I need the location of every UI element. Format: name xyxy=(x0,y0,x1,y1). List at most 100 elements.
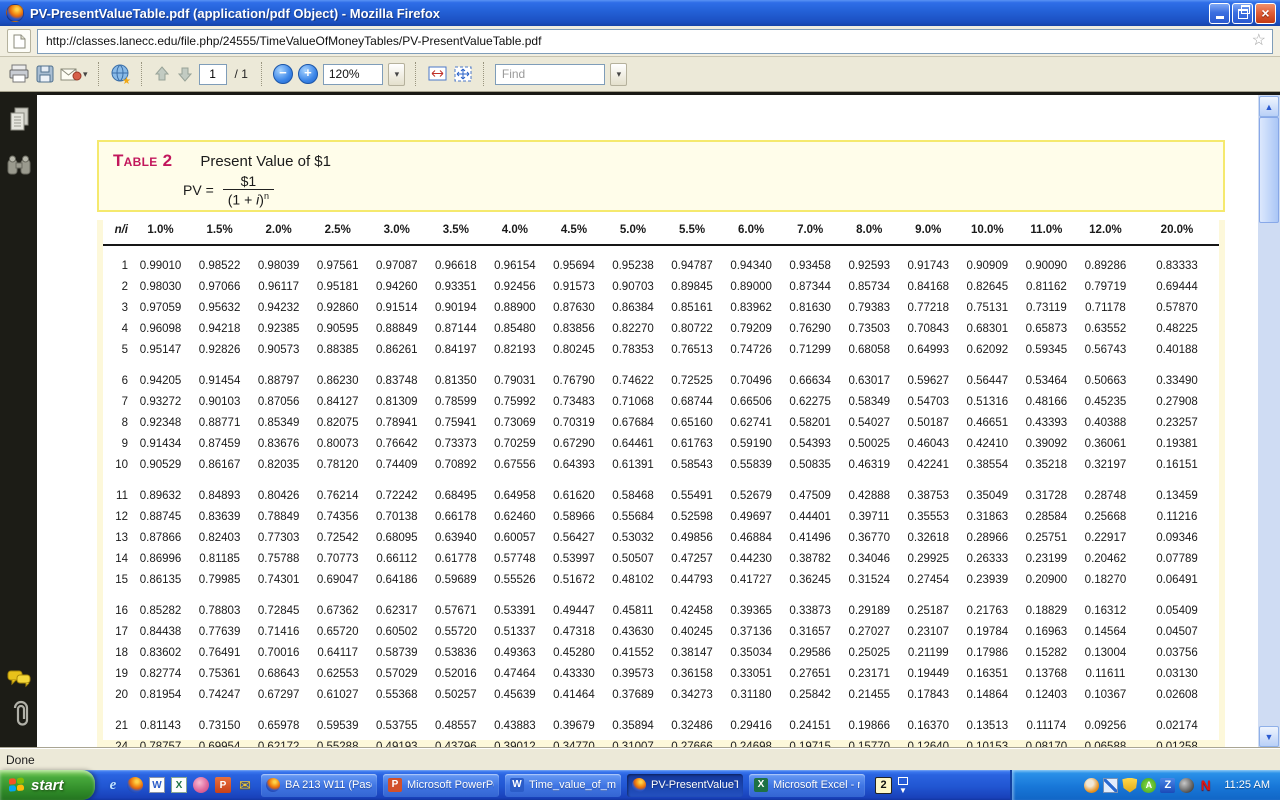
scrollbar-thumb[interactable] xyxy=(1259,117,1279,223)
outlook-icon[interactable] xyxy=(237,777,253,793)
pv-cell: 0.44793 xyxy=(663,570,722,591)
pv-cell: 0.50663 xyxy=(1076,371,1135,392)
pv-cell: 0.90703 xyxy=(603,277,662,298)
pv-cell: 0.13768 xyxy=(1017,664,1076,685)
fit-page-button[interactable] xyxy=(453,61,473,87)
taskbar-window-button[interactable]: Microsoft PowerPo... xyxy=(383,774,499,797)
scroll-up-button[interactable]: ▲ xyxy=(1259,96,1279,117)
table-row: 150.861350.799850.743010.690470.641860.5… xyxy=(103,570,1219,591)
ie-icon[interactable] xyxy=(105,777,121,793)
find-input[interactable] xyxy=(500,66,600,82)
pv-cell: 0.51672 xyxy=(544,570,603,591)
start-button[interactable]: start xyxy=(0,770,95,800)
pv-cell: 0.87459 xyxy=(190,434,249,455)
fit-width-button[interactable] xyxy=(427,61,448,87)
shield-icon[interactable] xyxy=(1122,778,1137,793)
pages-panel-icon[interactable] xyxy=(6,106,32,134)
zoom-out-button[interactable]: − xyxy=(273,64,293,84)
taskbar-window-label: Microsoft PowerPo... xyxy=(407,779,494,791)
zoom-dropdown-button[interactable]: ▾ xyxy=(388,63,405,86)
pv-cell: 0.69047 xyxy=(308,570,367,591)
pv-cell: 0.97561 xyxy=(308,256,367,277)
taskbar-window-button[interactable]: Time_value_of_mo... xyxy=(505,774,621,797)
pv-cell: 0.55720 xyxy=(426,622,485,643)
powerpoint-icon[interactable] xyxy=(215,777,231,793)
pv-cell: 0.74301 xyxy=(249,570,308,591)
zoom-in-button[interactable]: + xyxy=(298,64,318,84)
attachments-paperclip-icon[interactable] xyxy=(6,700,32,728)
save-button[interactable] xyxy=(35,61,55,87)
minimize-button[interactable] xyxy=(1209,3,1230,24)
pv-cell: 0.32618 xyxy=(899,528,958,549)
pv-cell: 0.68495 xyxy=(426,486,485,507)
pv-cell: 0.86996 xyxy=(131,549,190,570)
binoculars-search-icon[interactable] xyxy=(6,154,32,178)
pv-cell: 0.67684 xyxy=(603,413,662,434)
find-dropdown-button[interactable]: ▾ xyxy=(610,63,627,86)
url-input[interactable] xyxy=(44,33,1252,49)
pv-cell: 0.39092 xyxy=(1017,434,1076,455)
pv-cell: 0.64117 xyxy=(308,643,367,664)
volume-icon[interactable] xyxy=(1179,778,1194,793)
pv-cell: 0.81954 xyxy=(131,685,190,706)
pv-cell: 0.61778 xyxy=(426,549,485,570)
close-button[interactable]: × xyxy=(1255,3,1276,24)
norton-icon[interactable] xyxy=(1198,778,1213,793)
pv-cell: 0.35894 xyxy=(603,716,662,737)
period-cell: 14 xyxy=(103,549,131,570)
vertical-scrollbar[interactable]: ▲ ▼ xyxy=(1258,95,1280,748)
pv-cell: 0.86230 xyxy=(308,371,367,392)
period-cell: 2 xyxy=(103,277,131,298)
pv-cell: 0.75992 xyxy=(485,392,544,413)
restore-windows-icon[interactable] xyxy=(898,777,908,785)
excel-icon[interactable] xyxy=(171,777,187,793)
table-row: 180.836020.764910.700160.641170.587390.5… xyxy=(103,643,1219,664)
toolbar-chevron-icon[interactable]: ▼ xyxy=(899,787,907,794)
quick-launch xyxy=(95,777,261,793)
column-header: 10.0% xyxy=(958,220,1017,244)
comments-panel-icon[interactable] xyxy=(6,668,32,690)
zoom-level-value[interactable]: 120% xyxy=(323,64,383,85)
pv-cell: 0.57870 xyxy=(1135,298,1219,319)
search-web-button[interactable]: ★ xyxy=(110,61,131,87)
language-indicator-icon[interactable]: 2 xyxy=(875,777,892,794)
restore-button[interactable] xyxy=(1232,3,1253,24)
row-group: 60.942050.914540.887970.862300.837480.81… xyxy=(103,371,1219,476)
pv-cell: 0.66112 xyxy=(367,549,426,570)
page-number-input[interactable] xyxy=(199,64,227,85)
email-review-button[interactable]: ▾ xyxy=(60,61,88,87)
print-button[interactable] xyxy=(8,61,30,87)
pv-cell: 0.34273 xyxy=(663,685,722,706)
scroll-down-button[interactable]: ▼ xyxy=(1259,726,1279,747)
pv-cell: 0.53997 xyxy=(544,549,603,570)
column-header: 3.0% xyxy=(367,220,426,244)
pv-cell: 0.55839 xyxy=(722,455,781,476)
access-icon[interactable] xyxy=(193,777,209,793)
word-icon[interactable] xyxy=(149,777,165,793)
tools-icon[interactable] xyxy=(1103,778,1118,793)
firefox-icon xyxy=(632,778,646,792)
column-header: 5.0% xyxy=(603,220,662,244)
pv-cell: 0.82270 xyxy=(603,319,662,340)
messenger-icon[interactable] xyxy=(1084,778,1099,793)
pv-cell: 0.78941 xyxy=(367,413,426,434)
taskbar-window-button[interactable]: Microsoft Excel - r... xyxy=(749,774,865,797)
firefox-icon xyxy=(6,4,24,22)
row-group: 110.896320.848930.804260.762140.722420.6… xyxy=(103,486,1219,591)
firefox-icon[interactable] xyxy=(127,777,143,793)
taskbar-window-button[interactable]: BA 213 W11 (Pasc... xyxy=(261,774,377,797)
pv-cell: 0.37689 xyxy=(603,685,662,706)
antivirus-icon[interactable] xyxy=(1141,778,1156,793)
pv-cell: 0.81309 xyxy=(367,392,426,413)
column-header: 4.0% xyxy=(485,220,544,244)
taskbar-window-button[interactable]: PV-PresentValueT... xyxy=(627,774,743,797)
start-label: start xyxy=(31,777,64,794)
pdf-sidebar xyxy=(0,92,37,748)
previous-page-button[interactable] xyxy=(153,61,171,87)
next-page-button[interactable] xyxy=(176,61,194,87)
zonealarm-icon[interactable] xyxy=(1160,778,1175,793)
pv-cell: 0.49856 xyxy=(663,528,722,549)
pv-cell: 0.75788 xyxy=(249,549,308,570)
bookmark-star-icon[interactable]: ☆ xyxy=(1252,33,1266,49)
pv-cell: 0.80722 xyxy=(663,319,722,340)
